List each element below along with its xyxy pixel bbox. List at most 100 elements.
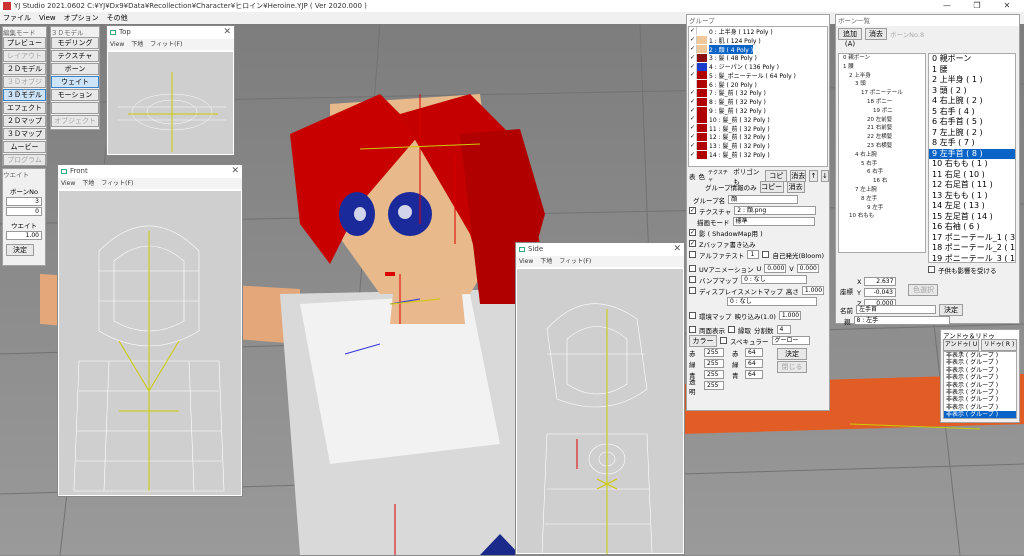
top-view-window[interactable]: Top ✕ View 下地 フィット(F) — [106, 25, 235, 156]
redo-button[interactable]: リドゥ( R ) — [981, 338, 1017, 351]
y-input[interactable]: -0.043 — [863, 288, 896, 297]
info-erase-button[interactable]: 消去 — [786, 180, 805, 193]
group-list-item[interactable]: ✓ 11 : 髪_前 ( 32 Poly ) — [689, 124, 827, 133]
bone-tree[interactable]: 0 親ボーン 1 腰2 上半身 3 頭 17 ポニーテール 18 ポニー 19 ポニ 20 … — [838, 53, 926, 253]
bump-checkbox[interactable] — [689, 276, 696, 283]
history-item[interactable]: 非表示 ( グループ ) — [944, 374, 1016, 381]
bone-tree-node[interactable]: 17 ポニーテール — [839, 89, 925, 98]
bone-list-item[interactable]: 0 親ボーン — [929, 54, 1015, 65]
group-list-item[interactable]: ✓ 8 : 髪_前 ( 32 Poly ) — [689, 97, 827, 106]
menu-file[interactable]: ファイル — [3, 13, 31, 23]
group-list-item[interactable]: ✓ 3 : 髪 ( 48 Poly ) — [689, 53, 827, 62]
close-icon[interactable]: ✕ — [223, 26, 231, 39]
map-2d-button[interactable]: ２Ｄマップ — [3, 115, 46, 127]
alpha-input[interactable]: 255 — [704, 381, 724, 390]
parent-select[interactable]: 8 : 左手 — [853, 316, 950, 325]
front-menu-view[interactable]: View — [61, 178, 75, 189]
specular-select[interactable]: グーロー — [771, 336, 810, 345]
env-checkbox[interactable] — [689, 312, 696, 319]
bone-ok-button[interactable]: 決定 — [939, 303, 963, 316]
bone-name-input[interactable]: 左手首 — [856, 305, 936, 314]
tab-texture[interactable]: テクスチャ — [708, 169, 730, 183]
side-view-window[interactable]: Side ✕ View 下地 フィット(F) — [515, 242, 685, 555]
model-2d-button[interactable]: ２Ｄモデル — [3, 63, 46, 75]
group-visible-checkbox[interactable]: ✓ — [689, 71, 697, 80]
texture-button[interactable]: テクスチャ — [51, 50, 99, 62]
green-input[interactable]: 255 — [704, 359, 724, 368]
weight-input[interactable]: 1.00 — [6, 231, 42, 240]
history-item[interactable]: 非表示 ( グループ ) — [944, 382, 1016, 389]
group-list-item[interactable]: ✓ 9 : 髪_前 ( 32 Poly ) — [689, 106, 827, 115]
group-list-item[interactable]: ✓ 14 : 髪_前 ( 32 Poly ) — [689, 150, 827, 159]
bloom-checkbox[interactable] — [762, 251, 770, 258]
env-ratio-input[interactable]: 1.000 — [778, 311, 801, 320]
bone-list-item[interactable]: 4 右上腕 ( 2 ) — [929, 96, 1015, 107]
group-visible-checkbox[interactable]: ✓ — [689, 44, 697, 53]
object-button[interactable]: オブジェクト — [51, 115, 99, 127]
history-item[interactable]: 非表示 ( グループ ) — [944, 396, 1016, 403]
group-visible-checkbox[interactable]: ✓ — [689, 27, 697, 36]
color-button[interactable]: カラー — [689, 334, 717, 347]
bone-tree-node[interactable]: 20 左前髪 — [839, 116, 925, 125]
div-input[interactable]: 4 — [776, 325, 791, 334]
alpha-test-checkbox[interactable] — [689, 251, 696, 258]
motion-button[interactable]: モーション — [51, 89, 99, 101]
bone-tree-node[interactable]: 21 右前髪 — [839, 124, 925, 133]
layout-button[interactable]: レイアウト — [3, 50, 46, 62]
top-menu-view[interactable]: View — [110, 39, 124, 50]
bone-tree-node[interactable]: 6 右手 — [839, 168, 925, 177]
info-copy-button[interactable]: コピー — [759, 180, 784, 193]
bone-add-button[interactable]: 追加(A) — [838, 27, 862, 48]
disp-checkbox[interactable] — [689, 287, 696, 294]
effect-button[interactable]: エフェクト — [3, 102, 46, 114]
group-visible-checkbox[interactable]: ✓ — [689, 106, 697, 115]
front-view-canvas[interactable] — [59, 191, 241, 495]
bone-button[interactable]: ボーン — [51, 63, 99, 75]
close-icon[interactable]: ✕ — [231, 165, 239, 178]
group-name-input[interactable]: 顔 — [728, 195, 799, 204]
group-visible-checkbox[interactable]: ✓ — [689, 115, 697, 124]
group-list-item[interactable]: ✓ 2 : 顔 ( 4 Poly ) — [689, 44, 827, 54]
bone-tree-node[interactable]: 0 親ボーン — [839, 54, 925, 63]
group-up-button[interactable]: ↑ — [809, 169, 818, 182]
group-list-item[interactable]: ✓ 1 : 肌 ( 124 Poly ) — [689, 36, 827, 45]
group-list-item[interactable]: ✓ 7 : 髪_前 ( 32 Poly ) — [689, 88, 827, 97]
group-list-item[interactable]: ✓ 10 : 髪_前 ( 32 Poly ) — [689, 115, 827, 124]
bone-tree-node[interactable]: 16 右 — [839, 177, 925, 186]
bone-list-item[interactable]: 9 左手首 ( 8 ) — [929, 148, 1015, 159]
bone-list-item[interactable]: 10 右もも ( 1 ) — [929, 159, 1015, 170]
bone-list-item[interactable]: 16 右袖 ( 6 ) — [929, 222, 1015, 233]
bone-tree-node[interactable]: 18 ポニー — [839, 98, 925, 107]
group-list[interactable]: ✓ 0 : 上半身 ( 112 Poly ) ✓ 1 : 肌 ( 124 Poly )… — [688, 26, 828, 167]
group-visible-checkbox[interactable]: ✓ — [689, 62, 697, 71]
preview-button[interactable]: プレビュー — [3, 37, 46, 49]
bone-tree-node[interactable]: 7 左上腕 — [839, 186, 925, 195]
v-input[interactable]: 0.000 — [796, 264, 819, 273]
close-button[interactable]: ✕ — [996, 0, 1018, 12]
bone-list-item[interactable]: 14 左足 ( 13 ) — [929, 201, 1015, 212]
front-menu-base[interactable]: 下地 — [82, 178, 94, 189]
top-view-canvas[interactable] — [108, 52, 233, 154]
weight-button[interactable]: ウェイト — [51, 76, 99, 88]
texture-checkbox[interactable]: ✓ — [689, 207, 696, 214]
bone-tree-node[interactable]: 23 右横髪 — [839, 142, 925, 151]
bone-list-item[interactable]: 1 腰 — [929, 65, 1015, 76]
group-list-item[interactable]: ✓ 0 : 上半身 ( 112 Poly ) — [689, 27, 827, 36]
front-view-window[interactable]: Front ✕ View 下地 フィット(F) — [57, 164, 243, 497]
movie-button[interactable]: ムービー — [3, 141, 46, 153]
group-list-item[interactable]: ✓ 13 : 髪_前 ( 32 Poly ) — [689, 141, 827, 150]
shadow-checkbox[interactable]: ✓ — [689, 229, 696, 236]
tab-table[interactable]: 表 — [689, 171, 696, 181]
bump-select[interactable]: 0 : なし — [741, 275, 808, 284]
group-visible-checkbox[interactable]: ✓ — [689, 124, 697, 133]
blank-button[interactable] — [51, 102, 99, 114]
u-input[interactable]: 0.000 — [764, 264, 787, 273]
close-icon[interactable]: ✕ — [673, 243, 681, 256]
texture-select[interactable]: 2 : 顔.png — [734, 206, 817, 215]
bone-tree-node[interactable]: 22 左横髪 — [839, 133, 925, 142]
bone-list-item[interactable]: 8 左手 ( 7 ) — [929, 138, 1015, 149]
bone-list-item[interactable]: 11 右足 ( 10 ) — [929, 170, 1015, 181]
modeling-button[interactable]: モデリング — [51, 37, 99, 49]
maximize-button[interactable]: ❐ — [966, 0, 988, 12]
bone-list-item[interactable]: 5 右手 ( 4 ) — [929, 107, 1015, 118]
